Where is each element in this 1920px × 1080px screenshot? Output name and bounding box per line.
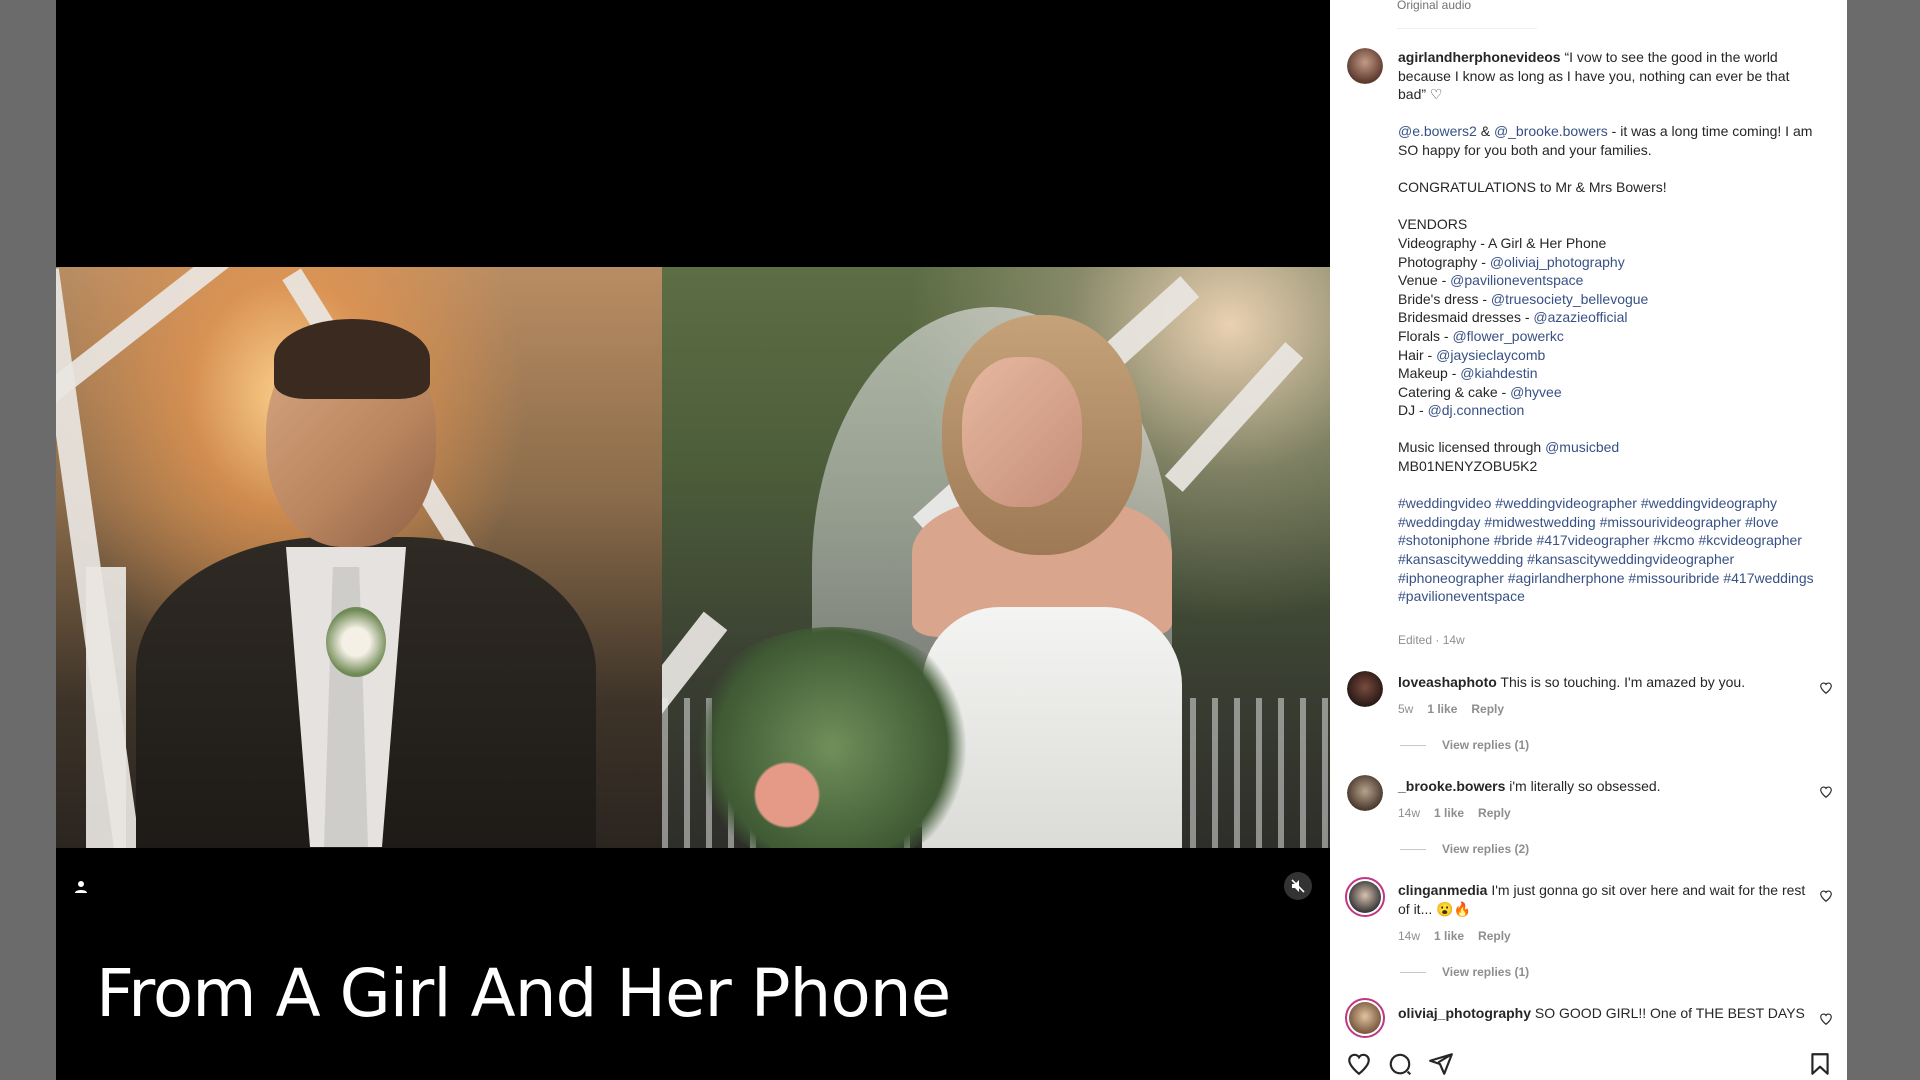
comment-text: clinganmedia I'm just gonna go sit over …	[1398, 881, 1808, 919]
mention-link[interactable]: @dj.connection	[1428, 402, 1525, 418]
caption-username[interactable]: agirlandherphonevideos	[1398, 49, 1561, 65]
music-line: Music licensed through @musicbed	[1398, 439, 1620, 456]
avatar[interactable]	[1345, 998, 1385, 1038]
vendor-line: Hair - @jaysieclaycomb	[1398, 346, 1546, 363]
video-player[interactable]: From A Girl And Her Phone	[56, 0, 1330, 1080]
backdrop[interactable]	[1847, 0, 1920, 1080]
comment-likes[interactable]: 1 like	[1427, 702, 1457, 716]
video-frame-groom	[56, 267, 662, 848]
comment-age: 14w	[1398, 806, 1421, 820]
caption-congrats: CONGRATULATIONS to Mr & Mrs Bowers!	[1398, 179, 1667, 196]
avatar[interactable]	[1345, 877, 1385, 917]
heart-icon[interactable]	[1346, 1051, 1372, 1077]
avatar[interactable]	[1347, 671, 1383, 707]
comment-text: loveashaphoto This is so touching. I'm a…	[1398, 673, 1808, 692]
reply-button[interactable]: Reply	[1478, 806, 1511, 820]
original-audio-link[interactable]: Original audio	[1397, 0, 1471, 12]
mention-link[interactable]: @hyvee	[1510, 384, 1562, 400]
speaker-muted-icon	[1291, 879, 1305, 893]
comment-body: This is so touching. I'm amazed by you.	[1496, 674, 1746, 690]
mention-link[interactable]: @truesociety_bellevogue	[1491, 291, 1648, 307]
music-code: MB01NENYZOBU5K2	[1398, 458, 1538, 475]
post-caption: agirlandherphonevideos “I vow to see the…	[1398, 48, 1818, 606]
comment-username[interactable]: loveashaphoto	[1398, 674, 1497, 690]
share-icon[interactable]	[1428, 1051, 1454, 1077]
mention-link[interactable]: @jaysieclaycomb	[1436, 347, 1545, 363]
mute-button[interactable]	[1284, 872, 1312, 900]
comment-username[interactable]: _brooke.bowers	[1398, 778, 1505, 794]
comment-age: 5w	[1398, 702, 1414, 716]
comment-body: i'm literally so obsessed.	[1505, 778, 1661, 794]
video-frame-bride	[662, 267, 1330, 848]
heart-icon[interactable]	[1819, 785, 1833, 799]
caption-text: &	[1476, 123, 1494, 140]
comment-username[interactable]: clinganmedia	[1398, 882, 1487, 898]
mention-link[interactable]: @flower_powerkc	[1452, 328, 1563, 344]
vendor-line: Venue - @pavilioneventspace	[1398, 272, 1584, 289]
comment-body: SO GOOD GIRL!! One of THE BEST DAYS	[1531, 1005, 1805, 1021]
comment-likes[interactable]: 1 like	[1434, 806, 1464, 820]
heart-icon[interactable]	[1819, 1012, 1833, 1026]
vendor-line: Videography - A Girl & Her Phone	[1398, 234, 1607, 251]
post-action-bar	[1330, 1040, 1847, 1080]
mention-link[interactable]: @musicbed	[1545, 439, 1619, 455]
divider	[1397, 28, 1537, 29]
heart-icon[interactable]	[1819, 889, 1833, 903]
comment-likes[interactable]: 1 like	[1434, 929, 1464, 943]
user-icon[interactable]	[74, 880, 88, 894]
vendor-line: Catering & cake - @hyvee	[1398, 383, 1562, 400]
vendor-line: Makeup - @kiahdestin	[1398, 365, 1538, 382]
mention-link[interactable]: @_brooke.bowers	[1494, 123, 1608, 139]
vendor-line: Florals - @flower_powerkc	[1398, 327, 1564, 344]
mention-link[interactable]: @kiahdestin	[1460, 365, 1537, 381]
mention-link[interactable]: @azazieofficial	[1533, 309, 1627, 325]
view-replies-button[interactable]: View replies (2)	[1400, 842, 1529, 856]
avatar[interactable]	[1347, 775, 1383, 811]
reply-button[interactable]: Reply	[1471, 702, 1504, 716]
edited-timestamp: Edited · 14w	[1398, 633, 1465, 647]
vendor-line: Bride's dress - @truesociety_bellevogue	[1398, 290, 1649, 307]
hashtags[interactable]: #weddingvideo #weddingvideographer #wedd…	[1398, 495, 1818, 604]
reply-button[interactable]: Reply	[1478, 929, 1511, 943]
mention-link[interactable]: @pavilioneventspace	[1450, 272, 1583, 288]
heart-icon[interactable]	[1819, 681, 1833, 695]
video-title-overlay: From A Girl And Her Phone	[96, 955, 951, 1032]
mention-link[interactable]: @e.bowers2	[1398, 123, 1477, 139]
comment-meta: 14w 1 like Reply	[1398, 929, 1511, 943]
view-replies-button[interactable]: View replies (1)	[1400, 738, 1529, 752]
comment-username[interactable]: oliviaj_photography	[1398, 1005, 1531, 1021]
comment-age: 14w	[1398, 929, 1421, 943]
vendor-line: Photography - @oliviaj_photography	[1398, 253, 1625, 270]
vendor-line: DJ - @dj.connection	[1398, 402, 1525, 419]
comment-text: _brooke.bowers i'm literally so obsessed…	[1398, 777, 1808, 796]
bookmark-icon[interactable]	[1807, 1051, 1833, 1077]
vendor-line: Bridesmaid dresses - @azazieofficial	[1398, 309, 1628, 326]
view-replies-button[interactable]: View replies (1)	[1400, 965, 1529, 979]
comment-icon[interactable]	[1387, 1051, 1413, 1077]
avatar[interactable]	[1347, 48, 1383, 84]
mention-link[interactable]: @oliviaj_photography	[1490, 254, 1625, 270]
vendors-heading: VENDORS	[1398, 216, 1468, 233]
comment-text: oliviaj_photography SO GOOD GIRL!! One o…	[1398, 1004, 1808, 1023]
comment-meta: 14w 1 like Reply	[1398, 806, 1511, 820]
post-sidebar: Original audio agirlandherphonevideos “I…	[1330, 0, 1847, 1080]
comment-meta: 5w 1 like Reply	[1398, 702, 1504, 716]
